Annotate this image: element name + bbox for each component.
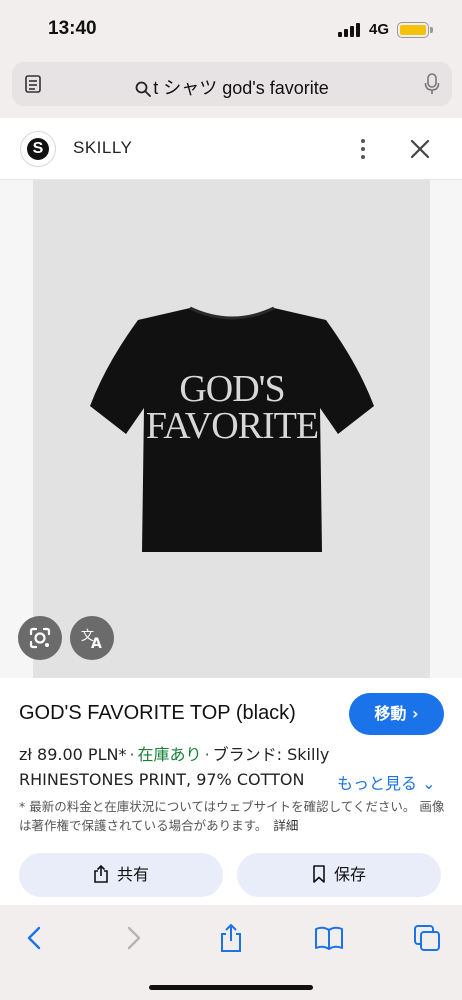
product-meta: zł 89.00 PLN* · 在庫あり · ブランド: Skilly <box>19 745 330 764</box>
product-description: RHINESTONES PRINT, 97% COTTON <box>19 770 305 789</box>
translate-icon: 文 A <box>81 629 102 652</box>
tabs-icon[interactable] <box>412 923 442 953</box>
site-logo-letter: S <box>27 138 49 160</box>
share-button[interactable]: 共有 <box>19 853 223 897</box>
tshirt-image: GOD'S FAVORITE <box>90 304 374 554</box>
status-time: 13:40 <box>48 18 97 39</box>
product-title[interactable]: GOD'S FAVORITE TOP (black) <box>19 702 296 725</box>
network-type: 4G <box>369 21 390 38</box>
translate-button[interactable]: 文 A <box>70 616 114 660</box>
battery-fill <box>400 25 426 35</box>
mic-icon[interactable] <box>424 73 440 95</box>
share-sheet-icon[interactable] <box>216 923 246 953</box>
signal-icon <box>338 23 362 37</box>
shirt-print-line-2: FAVORITE <box>145 405 319 447</box>
save-label: 保存 <box>333 865 366 884</box>
bookmarks-icon[interactable] <box>314 923 344 953</box>
see-more-link[interactable]: もっと見る ⌄ <box>337 770 436 794</box>
product-image-area: GOD'S FAVORITE 文 A <box>0 180 462 678</box>
save-button[interactable]: 保存 <box>237 853 441 897</box>
details-link[interactable]: 詳細 <box>273 818 298 833</box>
address-bar[interactable]: t シャツ god's favorite <box>12 62 452 106</box>
close-icon[interactable] <box>408 137 432 161</box>
bookmark-icon <box>313 865 325 883</box>
visit-button[interactable]: 移動 › <box>349 693 444 735</box>
back-icon[interactable] <box>20 923 50 953</box>
product-price: zł 89.00 PLN* <box>19 745 127 764</box>
site-logo: S <box>20 131 56 167</box>
disclaimer: * 最新の料金と在庫状況についてはウェブサイトを確認してください。 画像は著作権… <box>19 797 445 835</box>
battery-icon <box>397 22 433 38</box>
stock-status: 在庫あり <box>137 745 202 764</box>
forward-icon[interactable] <box>118 923 148 953</box>
product-brand: ブランド: Skilly <box>212 745 330 764</box>
search-query[interactable]: t シャツ god's favorite <box>12 74 452 100</box>
search-query-text: t シャツ god's favorite <box>153 78 329 98</box>
lens-button[interactable] <box>18 616 62 660</box>
result-panel-header: S SKILLY <box>0 118 462 180</box>
disclaimer-text: * 最新の料金と在庫状況についてはウェブサイトを確認してください。 画像は著作権… <box>19 799 445 833</box>
status-bar: 13:40 4G <box>0 0 462 60</box>
share-icon <box>94 864 108 883</box>
svg-text:A: A <box>91 636 102 652</box>
home-indicator <box>149 985 313 990</box>
share-label: 共有 <box>116 865 149 884</box>
address-bar-container: t シャツ god's favorite <box>0 60 462 118</box>
search-icon <box>135 81 152 98</box>
more-options-icon[interactable] <box>354 136 372 162</box>
lens-icon <box>29 627 51 649</box>
site-name[interactable]: SKILLY <box>73 138 132 158</box>
product-image[interactable]: GOD'S FAVORITE <box>33 180 430 678</box>
